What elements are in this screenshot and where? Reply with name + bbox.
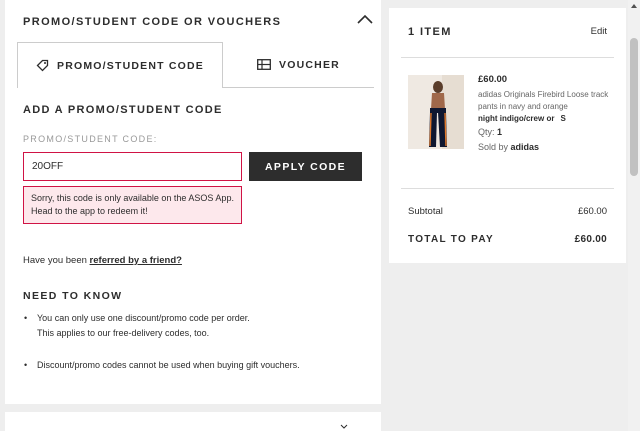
promo-tabs: PROMO/STUDENT CODE VOUCHER: [17, 42, 374, 88]
tab-promo-student-code[interactable]: PROMO/STUDENT CODE: [17, 42, 223, 88]
scrollbar-thumb[interactable]: [630, 38, 638, 176]
product-name[interactable]: adidas Originals Firebird Loose track pa…: [478, 89, 618, 113]
divider: [401, 57, 614, 58]
referral-prefix: Have you been: [23, 255, 90, 266]
promo-section-header[interactable]: PROMO/STUDENT CODE OR VOUCHERS: [23, 12, 373, 28]
subtotal-label: Subtotal: [408, 206, 443, 217]
qty-value: 1: [497, 127, 503, 137]
scroll-up-icon[interactable]: [630, 2, 638, 10]
divider: [401, 188, 614, 189]
referral-link[interactable]: referred by a friend?: [90, 255, 182, 266]
total-value: £60.00: [574, 234, 607, 245]
chevron-down-icon[interactable]: [340, 424, 348, 430]
tab-label: VOUCHER: [279, 58, 340, 71]
bag-summary-panel: 1 ITEM Edit £60.00 adidas Originals Fire…: [389, 8, 626, 263]
promo-section-title: PROMO/STUDENT CODE OR VOUCHERS: [23, 16, 282, 28]
items-count: 1 ITEM: [408, 26, 452, 38]
total-label: TOTAL TO PAY: [408, 234, 494, 245]
add-code-title: ADD A PROMO/STUDENT CODE: [23, 104, 223, 116]
sold-by-label: Sold by: [478, 142, 509, 152]
product-info: £60.00 adidas Originals Firebird Loose t…: [478, 74, 618, 153]
bullet-line: This applies to our free-delivery codes,…: [37, 328, 210, 338]
qty-label: Qty:: [478, 127, 495, 137]
subtotal-row: Subtotal £60.00: [408, 206, 607, 217]
error-message: Sorry, this code is only available on th…: [23, 186, 242, 224]
sold-by-value: adidas: [510, 142, 540, 152]
need-to-know-title: NEED TO KNOW: [23, 290, 123, 302]
delivery-panel-partial: [5, 412, 381, 431]
code-field-label: PROMO/STUDENT CODE:: [23, 134, 158, 144]
product-size: S: [560, 114, 566, 123]
referral-text: Have you been referred by a friend?: [23, 255, 182, 266]
product-variant: night indigo/crew or S: [478, 113, 618, 125]
subtotal-value: £60.00: [577, 206, 607, 217]
promo-panel: PROMO/STUDENT CODE OR VOUCHERS PROMO/STU…: [5, 0, 381, 404]
tag-icon: [36, 59, 49, 72]
voucher-icon: [257, 59, 271, 70]
list-item: Discount/promo codes cannot be used when…: [23, 358, 363, 373]
apply-code-button[interactable]: APPLY CODE: [249, 152, 362, 181]
chevron-up-icon[interactable]: [357, 14, 373, 24]
tab-voucher[interactable]: VOUCHER: [223, 42, 374, 88]
bullet-line: Discount/promo codes cannot be used when…: [37, 360, 300, 370]
edit-bag-link[interactable]: Edit: [591, 26, 607, 37]
tab-label: PROMO/STUDENT CODE: [56, 59, 205, 72]
need-to-know-list: You can only use one discount/promo code…: [23, 311, 363, 373]
list-item: You can only use one discount/promo code…: [23, 311, 363, 341]
product-price: £60.00: [478, 74, 508, 85]
product-image: [408, 75, 464, 149]
sold-by: Sold by adidas: [478, 141, 618, 153]
total-row: TOTAL TO PAY £60.00: [408, 234, 607, 245]
scrollbar[interactable]: [628, 0, 640, 431]
product-colour: night indigo/crew or: [478, 114, 555, 123]
promo-code-input[interactable]: [23, 152, 242, 181]
bullet-line: You can only use one discount/promo code…: [37, 313, 250, 323]
product-qty: Qty: 1: [478, 126, 618, 138]
